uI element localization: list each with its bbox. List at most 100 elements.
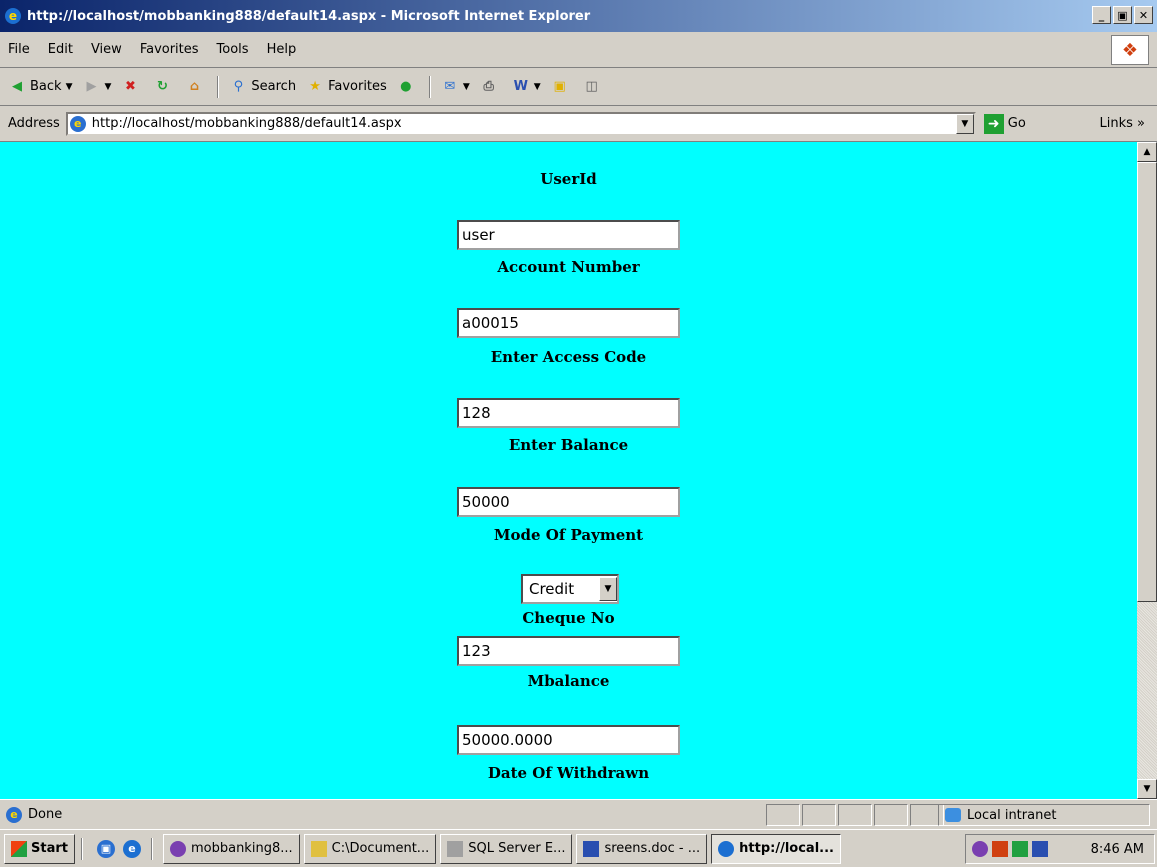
taskbar-button-label: http://local... (739, 841, 834, 856)
address-dropdown-icon[interactable]: ▼ (955, 113, 974, 134)
research-icon: ◫ (585, 79, 598, 94)
security-zone: Local intranet (938, 804, 1150, 826)
mail-icon: ✉ (444, 79, 456, 94)
favorites-star-icon: ★ (309, 79, 321, 94)
mail-button[interactable]: ✉ ▼ (441, 78, 469, 96)
balance-input[interactable]: 50000 (457, 487, 680, 517)
maximize-button[interactable]: ▣ (1113, 6, 1132, 24)
taskbar-button-mobbanking[interactable]: mobbanking8... (162, 833, 300, 864)
windows-logo-icon: ❖ (1111, 35, 1149, 65)
intranet-icon (945, 808, 961, 822)
menu-edit[interactable]: Edit (48, 42, 73, 57)
access-code-input[interactable]: 128 (457, 398, 680, 428)
taskbar-button-documents[interactable]: C:\Document... (303, 833, 437, 864)
media-button[interactable]: ● (397, 78, 419, 96)
stop-icon: ✖ (124, 79, 136, 94)
taskbar-button-word[interactable]: sreens.doc - ... (576, 833, 708, 864)
vs-tray-icon[interactable] (972, 841, 988, 857)
account-number-input[interactable]: a00015 (457, 308, 680, 338)
sql-server-icon (447, 840, 464, 857)
status-page-icon: e (6, 806, 22, 823)
back-button[interactable]: ◀ Back ▼ (8, 78, 72, 96)
status-panes (766, 804, 946, 826)
access-code-label: Enter Access Code (490, 348, 647, 366)
scroll-thumb[interactable] (1137, 162, 1157, 602)
print-button[interactable]: ⎙ (480, 78, 502, 96)
forward-button[interactable]: ▶ ▼ (82, 78, 111, 96)
userid-label: UserId (540, 170, 597, 188)
back-dropdown-icon: ▼ (65, 81, 73, 92)
word-icon: W (513, 79, 528, 94)
zone-label: Local intranet (967, 807, 1057, 823)
research-button[interactable]: ◫ (583, 78, 605, 96)
ie-icon (718, 840, 735, 857)
taskbar-button-ie[interactable]: http://local... (711, 833, 841, 864)
menu-file[interactable]: File (8, 42, 30, 57)
folder-icon (310, 840, 327, 857)
status-text: Done (28, 807, 63, 822)
stop-button[interactable]: ✖ (121, 78, 143, 96)
scroll-up-icon[interactable]: ▲ (1137, 142, 1157, 162)
edit-word-button[interactable]: W ▼ (512, 78, 541, 96)
menu-help[interactable]: Help (267, 42, 297, 57)
back-arrow-icon: ◀ (12, 79, 22, 94)
back-label: Back (30, 79, 62, 94)
standard-toolbar: ◀ Back ▼ ▶ ▼ ✖ ↻ ⌂ ⚲ Search ★ Favorites … (0, 68, 1157, 106)
clock[interactable]: 8:46 AM (1091, 842, 1144, 857)
go-arrow-icon: ➜ (983, 113, 1004, 134)
links-button[interactable]: Links » (1099, 116, 1145, 131)
forward-arrow-icon: ▶ (86, 79, 97, 94)
status-pane (874, 804, 908, 826)
mbalance-input[interactable]: 50000.0000 (457, 725, 680, 755)
home-button[interactable]: ⌂ (185, 78, 207, 96)
date-of-withdrawn-label: Date Of Withdrawn (487, 764, 650, 782)
go-label: Go (1007, 116, 1026, 131)
discuss-button[interactable]: ▣ (551, 78, 573, 96)
ie-quicklaunch-icon[interactable]: e (122, 839, 141, 858)
address-bar: Address e http://localhost/mobbanking888… (0, 106, 1157, 142)
refresh-button[interactable]: ↻ (153, 78, 175, 96)
userid-input[interactable]: user (457, 220, 680, 250)
status-pane (766, 804, 800, 826)
mode-of-payment-label: Mode Of Payment (493, 526, 644, 544)
window-title: http://localhost/mobbanking888/default14… (27, 8, 591, 24)
network-tray-icon[interactable] (992, 841, 1008, 857)
taskbar-button-label: SQL Server E... (468, 841, 566, 856)
close-button[interactable]: ✕ (1134, 6, 1153, 24)
taskbar-button-label: sreens.doc - ... (604, 841, 701, 856)
minimize-button[interactable]: _ (1092, 6, 1111, 24)
taskbar-separator (150, 837, 153, 860)
scroll-down-icon[interactable]: ▼ (1137, 779, 1157, 799)
address-input[interactable]: e http://localhost/mobbanking888/default… (65, 111, 976, 136)
balance-label: Enter Balance (508, 436, 629, 454)
print-icon: ⎙ (483, 79, 494, 94)
go-button[interactable]: ➜ Go (983, 113, 1026, 134)
menu-favorites[interactable]: Favorites (140, 42, 199, 57)
mode-of-payment-select[interactable]: Credit ▼ (521, 574, 619, 604)
taskbar-button-label: mobbanking8... (190, 841, 293, 856)
home-icon: ⌂ (189, 79, 200, 94)
system-tray: 8:46 AM (965, 834, 1155, 864)
vertical-scrollbar[interactable]: ▲ ▼ (1137, 142, 1157, 799)
account-number-label: Account Number (497, 258, 640, 276)
show-desktop-icon[interactable]: ▣ (96, 839, 115, 858)
search-button[interactable]: ⚲ Search (229, 78, 296, 96)
favorites-label: Favorites (328, 79, 387, 94)
shield-tray-icon[interactable] (1032, 841, 1048, 857)
menu-tools[interactable]: Tools (217, 42, 249, 57)
start-button[interactable]: Start (4, 833, 75, 864)
menu-view[interactable]: View (91, 42, 122, 57)
taskbar-button-sqlserver[interactable]: SQL Server E... (440, 833, 573, 864)
taskbar-separator (80, 837, 83, 860)
edit-dropdown-icon: ▼ (533, 81, 541, 92)
taskbar: Start ▣ e mobbanking8... C:\Document... … (0, 829, 1157, 867)
mbalance-label: Mbalance (527, 672, 610, 690)
window-controls: _ ▣ ✕ (1092, 6, 1153, 24)
page-content: UserId user Account Number a00015 Enter … (0, 142, 1137, 799)
favorites-button[interactable]: ★ Favorites (306, 78, 387, 96)
cheque-no-input[interactable]: 123 (457, 636, 680, 666)
media-tray-icon[interactable] (1012, 841, 1028, 857)
cheque-no-label: Cheque No (522, 609, 615, 627)
toolbar-separator (217, 75, 220, 98)
word-doc-icon (583, 840, 600, 857)
